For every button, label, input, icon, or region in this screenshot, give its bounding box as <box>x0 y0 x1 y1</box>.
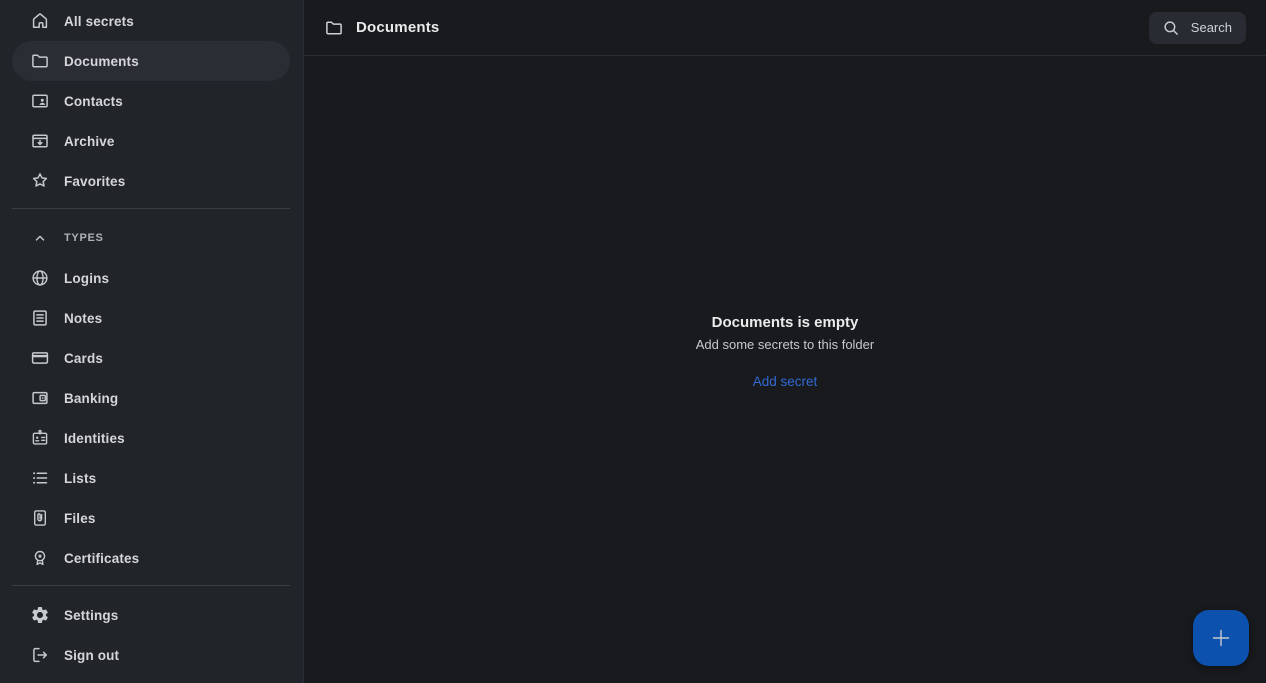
sidebar-item-settings[interactable]: Settings <box>12 595 290 635</box>
sidebar-item-label: Settings <box>64 608 118 623</box>
sidebar-divider <box>12 585 290 586</box>
sidebar-item-sign-out[interactable]: Sign out <box>12 635 290 675</box>
sidebar-item-label: All secrets <box>64 14 134 29</box>
sidebar-item-favorites[interactable]: Favorites <box>12 161 290 201</box>
sidebar-item-label: Favorites <box>64 174 125 189</box>
archive-icon <box>28 129 52 153</box>
list-icon <box>28 466 52 490</box>
sidebar-item-label: Identities <box>64 431 125 446</box>
search-icon <box>1161 16 1181 40</box>
sidebar-item-label: Banking <box>64 391 118 406</box>
sidebar-item-certificates[interactable]: Certificates <box>12 538 290 578</box>
main-header: Documents Search <box>304 0 1266 56</box>
sidebar-item-label: Contacts <box>64 94 123 109</box>
folder-icon <box>324 18 344 38</box>
sidebar-item-label: Notes <box>64 311 102 326</box>
file-attach-icon <box>28 506 52 530</box>
sidebar-item-files[interactable]: Files <box>12 498 290 538</box>
sidebar-item-identities[interactable]: Identities <box>12 418 290 458</box>
sidebar-types-nav: Logins Notes Cards Banking <box>0 258 303 578</box>
certificate-icon <box>28 546 52 570</box>
add-secret-fab[interactable] <box>1193 610 1249 666</box>
sidebar-item-all-secrets[interactable]: All secrets <box>12 1 290 41</box>
sidebar-item-label: Sign out <box>64 648 119 663</box>
plus-icon <box>1209 626 1233 650</box>
sidebar-footer-nav: Settings Sign out <box>0 595 303 675</box>
page-title: Documents <box>356 19 439 36</box>
contacts-icon <box>28 89 52 113</box>
star-icon <box>28 169 52 193</box>
home-icon <box>28 9 52 33</box>
sidebar-item-label: Certificates <box>64 551 139 566</box>
app-window: All secrets Documents Contacts Archive <box>0 0 1266 683</box>
sidebar-item-documents[interactable]: Documents <box>12 41 290 81</box>
sidebar-item-lists[interactable]: Lists <box>12 458 290 498</box>
wallet-icon <box>28 386 52 410</box>
gear-icon <box>28 603 52 627</box>
sign-out-icon <box>28 643 52 667</box>
id-badge-icon <box>28 426 52 450</box>
empty-state: Documents is empty Add some secrets to t… <box>304 56 1266 683</box>
sidebar-divider <box>12 208 290 209</box>
sidebar-item-label: Logins <box>64 271 109 286</box>
sidebar-item-label: Files <box>64 511 96 526</box>
main-panel: Documents Search Documents is empty Add … <box>304 0 1266 683</box>
sidebar-item-banking[interactable]: Banking <box>12 378 290 418</box>
sidebar-item-label: Lists <box>64 471 96 486</box>
globe-icon <box>28 266 52 290</box>
add-secret-link[interactable]: Add secret <box>753 374 818 389</box>
empty-state-title: Documents is empty <box>712 314 859 331</box>
note-icon <box>28 306 52 330</box>
search-button-label: Search <box>1191 20 1232 35</box>
folder-icon <box>28 49 52 73</box>
sidebar: All secrets Documents Contacts Archive <box>0 0 304 683</box>
sidebar-item-archive[interactable]: Archive <box>12 121 290 161</box>
empty-state-subtitle: Add some secrets to this folder <box>696 337 874 352</box>
types-section-label: TYPES <box>64 232 104 244</box>
search-button[interactable]: Search <box>1149 12 1246 44</box>
types-section-toggle[interactable]: TYPES <box>12 218 290 258</box>
sidebar-item-contacts[interactable]: Contacts <box>12 81 290 121</box>
sidebar-main-nav: All secrets Documents Contacts Archive <box>0 1 303 201</box>
sidebar-item-logins[interactable]: Logins <box>12 258 290 298</box>
chevron-up-icon <box>28 226 52 250</box>
sidebar-item-label: Documents <box>64 54 139 69</box>
sidebar-item-notes[interactable]: Notes <box>12 298 290 338</box>
sidebar-item-label: Cards <box>64 351 103 366</box>
sidebar-item-label: Archive <box>64 134 115 149</box>
card-icon <box>28 346 52 370</box>
sidebar-item-cards[interactable]: Cards <box>12 338 290 378</box>
